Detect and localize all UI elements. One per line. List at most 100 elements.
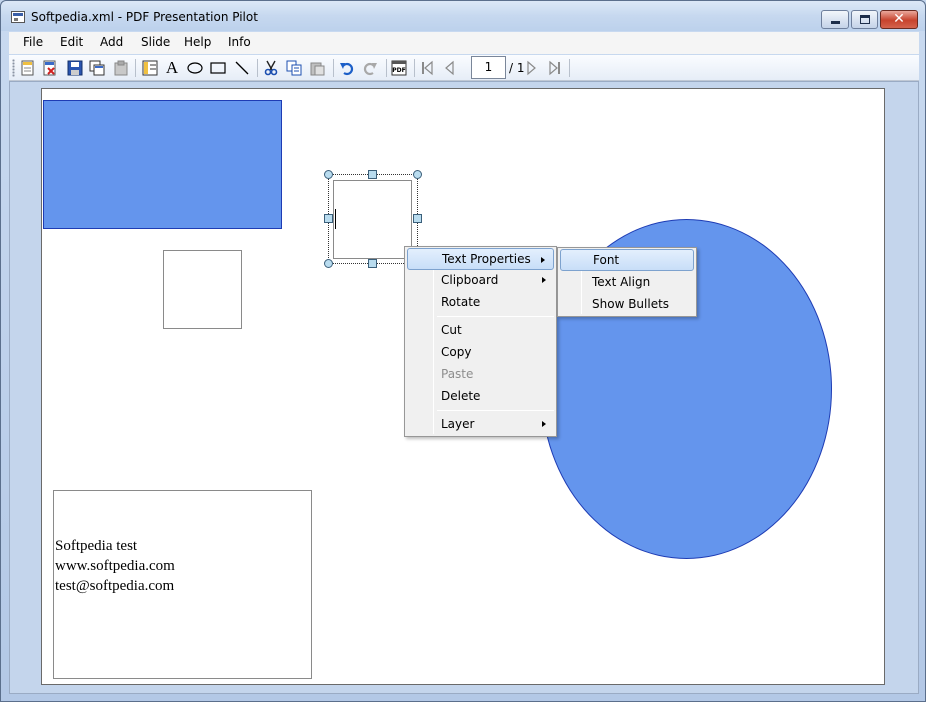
context-item-delete[interactable]: Delete bbox=[407, 385, 554, 407]
layout-icon bbox=[142, 60, 158, 76]
page-number-input[interactable]: 1 bbox=[471, 56, 506, 79]
context-item-label: Delete bbox=[441, 389, 481, 403]
submenu-arrow-icon bbox=[542, 277, 546, 283]
paste-slide-icon bbox=[114, 60, 128, 76]
toolbar-separator bbox=[333, 59, 334, 77]
context-item-label: Rotate bbox=[441, 295, 481, 309]
paste-icon bbox=[310, 62, 325, 76]
menu-info[interactable]: Info bbox=[228, 35, 251, 49]
context-item-label: Paste bbox=[441, 367, 474, 381]
square-shape[interactable] bbox=[163, 250, 242, 329]
submenu-arrow-icon bbox=[542, 421, 546, 427]
text-tool-button[interactable]: A bbox=[162, 58, 182, 78]
rectangle-tool-button[interactable] bbox=[208, 58, 228, 78]
resize-handle-left[interactable] bbox=[324, 214, 333, 223]
menu-slide[interactable]: Slide bbox=[141, 35, 170, 49]
new-slide-button[interactable] bbox=[18, 58, 38, 78]
submenu-item-font[interactable]: Font bbox=[560, 249, 694, 271]
export-pdf-icon: PDF bbox=[391, 60, 407, 76]
context-item-clipboard[interactable]: Clipboard bbox=[407, 269, 554, 291]
submenu-item-label: Font bbox=[593, 253, 620, 267]
submenu-item-show-bullets[interactable]: Show Bullets bbox=[560, 293, 694, 315]
resize-handle-bottom[interactable] bbox=[368, 259, 377, 268]
toolbar-separator bbox=[569, 59, 570, 77]
copy-button[interactable] bbox=[284, 58, 304, 78]
delete-slide-icon bbox=[43, 60, 56, 76]
submenu-item-label: Show Bullets bbox=[592, 297, 670, 311]
text-box-shape[interactable]: Softpedia test www.softpedia.com test@so… bbox=[53, 490, 312, 679]
cut-icon bbox=[264, 60, 278, 76]
menu-file[interactable]: File bbox=[23, 35, 43, 49]
menu-separator bbox=[437, 410, 554, 411]
undo-button[interactable] bbox=[337, 58, 357, 78]
maximize-button[interactable] bbox=[851, 10, 878, 29]
title-bar[interactable]: Softpedia.xml - PDF Presentation Pilot ✕ bbox=[1, 1, 925, 31]
ellipse-tool-icon bbox=[187, 62, 203, 74]
paste-button[interactable] bbox=[307, 58, 327, 78]
context-menu: Text Properties Clipboard Rotate Cut Cop… bbox=[404, 246, 557, 437]
line-tool-icon bbox=[235, 61, 249, 75]
duplicate-icon bbox=[89, 60, 105, 76]
app-icon[interactable] bbox=[11, 11, 25, 23]
prev-page-button[interactable] bbox=[439, 58, 459, 78]
last-page-icon bbox=[549, 60, 560, 76]
context-item-text-properties[interactable]: Text Properties bbox=[407, 248, 554, 270]
toolbar-separator bbox=[414, 59, 415, 77]
context-item-label: Copy bbox=[441, 345, 472, 359]
new-slide-icon bbox=[21, 60, 34, 76]
line-tool-button[interactable] bbox=[232, 58, 252, 78]
first-page-button[interactable] bbox=[417, 58, 437, 78]
submenu-arrow-icon bbox=[541, 257, 545, 263]
paste-slide-button[interactable] bbox=[111, 58, 131, 78]
close-button[interactable]: ✕ bbox=[880, 10, 918, 29]
ellipse-tool-button[interactable] bbox=[185, 58, 205, 78]
delete-slide-button[interactable] bbox=[40, 58, 60, 78]
minimize-icon bbox=[831, 21, 840, 24]
rectangle-tool-icon bbox=[210, 62, 226, 74]
context-item-copy[interactable]: Copy bbox=[407, 341, 554, 363]
close-icon: ✕ bbox=[893, 11, 905, 27]
context-item-label: Clipboard bbox=[441, 273, 499, 287]
menu-add[interactable]: Add bbox=[100, 35, 123, 49]
duplicate-button[interactable] bbox=[87, 58, 107, 78]
rotate-handle-bottom-left[interactable] bbox=[324, 259, 333, 268]
context-item-cut[interactable]: Cut bbox=[407, 319, 554, 341]
text-line: Softpedia test bbox=[55, 538, 138, 554]
menu-separator bbox=[437, 316, 554, 317]
blue-rectangle-shape[interactable] bbox=[43, 100, 282, 229]
copy-icon bbox=[286, 60, 302, 76]
resize-handle-right[interactable] bbox=[413, 214, 422, 223]
redo-button[interactable] bbox=[360, 58, 380, 78]
next-page-button[interactable] bbox=[522, 58, 542, 78]
toolbar: A PDF 1 / 1 bbox=[9, 55, 919, 81]
menu-help[interactable]: Help bbox=[184, 35, 211, 49]
menu-edit[interactable]: Edit bbox=[60, 35, 83, 49]
text-line: www.softpedia.com bbox=[55, 558, 175, 574]
context-item-rotate[interactable]: Rotate bbox=[407, 291, 554, 313]
save-button[interactable] bbox=[65, 58, 85, 78]
context-item-label: Cut bbox=[441, 323, 462, 337]
first-page-icon bbox=[422, 60, 433, 76]
text-caret bbox=[335, 209, 336, 229]
minimize-button[interactable] bbox=[821, 10, 849, 29]
redo-icon bbox=[363, 62, 377, 76]
toolbar-separator bbox=[135, 59, 136, 77]
menu-bar: File Edit Add Slide Help Info bbox=[9, 32, 919, 54]
rotate-handle-top-right[interactable] bbox=[413, 170, 422, 179]
export-pdf-button[interactable]: PDF bbox=[389, 58, 409, 78]
submenu-item-text-align[interactable]: Text Align bbox=[560, 271, 694, 293]
layout-button[interactable] bbox=[140, 58, 160, 78]
last-page-button[interactable] bbox=[545, 58, 565, 78]
text-line: test@softpedia.com bbox=[55, 578, 175, 594]
save-icon bbox=[67, 60, 83, 76]
context-item-layer[interactable]: Layer bbox=[407, 413, 554, 435]
toolbar-grip[interactable] bbox=[12, 59, 15, 77]
context-item-paste: Paste bbox=[407, 363, 554, 385]
resize-handle-top[interactable] bbox=[368, 170, 377, 179]
cut-button[interactable] bbox=[261, 58, 281, 78]
submenu-item-label: Text Align bbox=[592, 275, 651, 289]
rotate-handle-top-left[interactable] bbox=[324, 170, 333, 179]
prev-page-icon bbox=[445, 60, 454, 76]
text-properties-submenu: Font Text Align Show Bullets bbox=[557, 247, 697, 317]
text-tool-icon: A bbox=[165, 58, 179, 77]
